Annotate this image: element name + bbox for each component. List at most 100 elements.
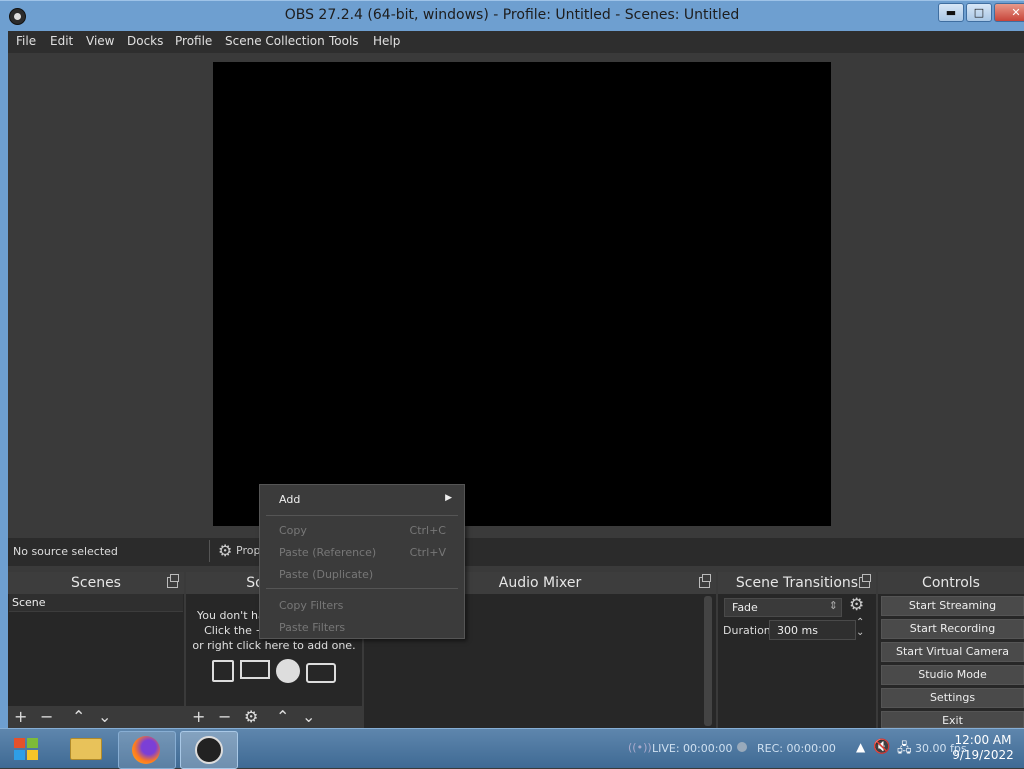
source-type-icons: [212, 658, 337, 686]
separator: [209, 540, 210, 562]
scene-transitions-dock: Scene Transitions Fade ⇕ ⚙ Duration 300 …: [718, 572, 876, 728]
globe-icon: [276, 659, 300, 683]
hint-line-3: or right click here to add one.: [192, 639, 356, 652]
volume-muted-icon[interactable]: 🔇: [873, 739, 890, 755]
window-frame-left: [0, 31, 8, 728]
duration-spinbox[interactable]: 300 ms: [769, 620, 856, 640]
transition-select[interactable]: Fade ⇕: [724, 598, 842, 617]
preview-canvas[interactable]: [213, 62, 831, 526]
windows-logo-quadrant: [27, 738, 38, 748]
scrollbar[interactable]: [704, 596, 712, 726]
add-label: Add: [279, 493, 301, 506]
chevron-updown-icon: ⇕: [828, 599, 838, 612]
window-title: OBS 27.2.4 (64-bit, windows) - Profile: …: [284, 7, 740, 23]
clock-time: 12:00 AM: [954, 733, 1012, 747]
menu-file[interactable]: File: [16, 34, 36, 48]
menu-item-paste-reference[interactable]: Paste (Reference) Ctrl+V: [279, 546, 446, 559]
menu-profile[interactable]: Profile: [175, 34, 212, 48]
source-status: No source selected: [13, 545, 118, 558]
menu-separator: [266, 588, 458, 589]
add-icon[interactable]: +: [192, 707, 205, 727]
move-up-icon[interactable]: ⌃: [276, 707, 289, 727]
windows-logo-icon: [14, 738, 25, 748]
gear-icon: ⚙: [218, 541, 233, 560]
menu-help[interactable]: Help: [373, 34, 400, 48]
dock-float-icon[interactable]: [859, 574, 871, 588]
start-streaming-button[interactable]: Start Streaming: [881, 596, 1024, 616]
submenu-arrow-icon: ▶: [445, 493, 452, 503]
list-item[interactable]: Scene: [9, 594, 183, 612]
move-down-icon[interactable]: ⌄: [98, 707, 111, 727]
controls-title: Controls: [878, 572, 1024, 594]
file-explorer-taskbar-button[interactable]: [58, 731, 114, 767]
maximize-button[interactable]: □: [966, 3, 992, 22]
network-icon[interactable]: 🖧: [897, 739, 912, 761]
copy-shortcut: Ctrl+C: [409, 524, 446, 537]
menu-bar: File Edit View Docks Profile Scene Colle…: [8, 31, 1024, 53]
menu-tools[interactable]: Tools: [329, 34, 359, 48]
scenes-dock: Scenes Scene + − ⌃ ⌄: [8, 572, 184, 728]
scenes-toolbar: + − ⌃ ⌄: [8, 706, 184, 728]
menu-item-copy[interactable]: Copy Ctrl+C: [279, 524, 446, 537]
firefox-icon: [132, 736, 160, 764]
image-icon: [212, 660, 234, 682]
add-icon[interactable]: +: [14, 707, 27, 727]
sources-toolbar: + − ⚙ ⌃ ⌄: [186, 706, 362, 728]
scenes-title: Scenes: [8, 572, 184, 594]
settings-button[interactable]: Settings: [881, 688, 1024, 708]
menu-view[interactable]: View: [86, 34, 114, 48]
gear-icon[interactable]: ⚙: [244, 707, 258, 727]
menu-item-paste-duplicate[interactable]: Paste (Duplicate): [279, 568, 446, 581]
start-button[interactable]: [10, 733, 42, 765]
move-up-icon[interactable]: ⌃: [72, 707, 85, 727]
monitor-icon: [240, 660, 270, 679]
move-down-icon[interactable]: ⌄: [302, 707, 315, 727]
minimize-button[interactable]: ▬: [938, 3, 964, 22]
paste-filters-label: Paste Filters: [279, 621, 346, 634]
record-dot-icon: [737, 742, 747, 752]
windows-logo-quadrant: [14, 750, 25, 760]
transition-value: Fade: [732, 601, 758, 614]
source-toolbar: No source selected ⚙ Properties: [8, 538, 1024, 566]
clock-date: 9/19/2022: [952, 748, 1014, 762]
obs-icon: [195, 736, 223, 764]
obs-taskbar-button[interactable]: [180, 731, 238, 769]
menu-separator: [266, 515, 458, 516]
copy-label: Copy: [279, 524, 307, 537]
live-status: LIVE: 00:00:00: [652, 742, 733, 755]
show-hidden-icons-icon[interactable]: ▲: [856, 740, 865, 754]
folder-icon: [70, 738, 102, 760]
exit-button[interactable]: Exit: [881, 711, 1024, 728]
start-virtual-camera-button[interactable]: Start Virtual Camera: [881, 642, 1024, 662]
start-recording-button[interactable]: Start Recording: [881, 619, 1024, 639]
menu-scene-collection[interactable]: Scene Collection: [225, 34, 325, 48]
duration-label: Duration: [723, 624, 771, 637]
title-bar[interactable]: OBS 27.2.4 (64-bit, windows) - Profile: …: [0, 0, 1024, 31]
context-menu: Add ▶ Copy Ctrl+C Paste (Reference) Ctrl…: [259, 484, 465, 639]
copy-filters-label: Copy Filters: [279, 599, 344, 612]
gear-icon[interactable]: ⚙: [849, 595, 864, 615]
clock[interactable]: 12:00 AM 9/19/2022: [950, 733, 1016, 763]
studio-mode-button[interactable]: Studio Mode: [881, 665, 1024, 685]
remove-icon[interactable]: −: [218, 707, 231, 727]
remove-icon[interactable]: −: [40, 707, 53, 727]
menu-docks[interactable]: Docks: [127, 34, 163, 48]
close-button[interactable]: ✕: [994, 3, 1024, 22]
firefox-taskbar-button[interactable]: [118, 731, 176, 769]
scene-item-label: Scene: [12, 596, 46, 609]
menu-item-add[interactable]: Add ▶: [279, 493, 452, 506]
rec-status: REC: 00:00:00: [757, 742, 836, 755]
taskbar: ((•)) LIVE: 00:00:00 REC: 00:00:00 ▲ 🔇 🖧…: [0, 728, 1024, 769]
menu-item-copy-filters[interactable]: Copy Filters: [279, 599, 446, 612]
paste-duplicate-label: Paste (Duplicate): [279, 568, 374, 581]
menu-item-paste-filters[interactable]: Paste Filters: [279, 621, 446, 634]
menu-edit[interactable]: Edit: [50, 34, 73, 48]
dock-float-icon[interactable]: [699, 574, 711, 588]
duration-value: 300 ms: [777, 624, 818, 637]
dock-float-icon[interactable]: [167, 574, 179, 588]
scene-transitions-title: Scene Transitions: [718, 572, 876, 594]
camera-icon: [306, 663, 336, 683]
paste-reference-shortcut: Ctrl+V: [409, 546, 446, 559]
spin-arrows-icon[interactable]: ⌃ ⌄: [856, 618, 864, 638]
windows-logo-quadrant: [27, 750, 38, 760]
